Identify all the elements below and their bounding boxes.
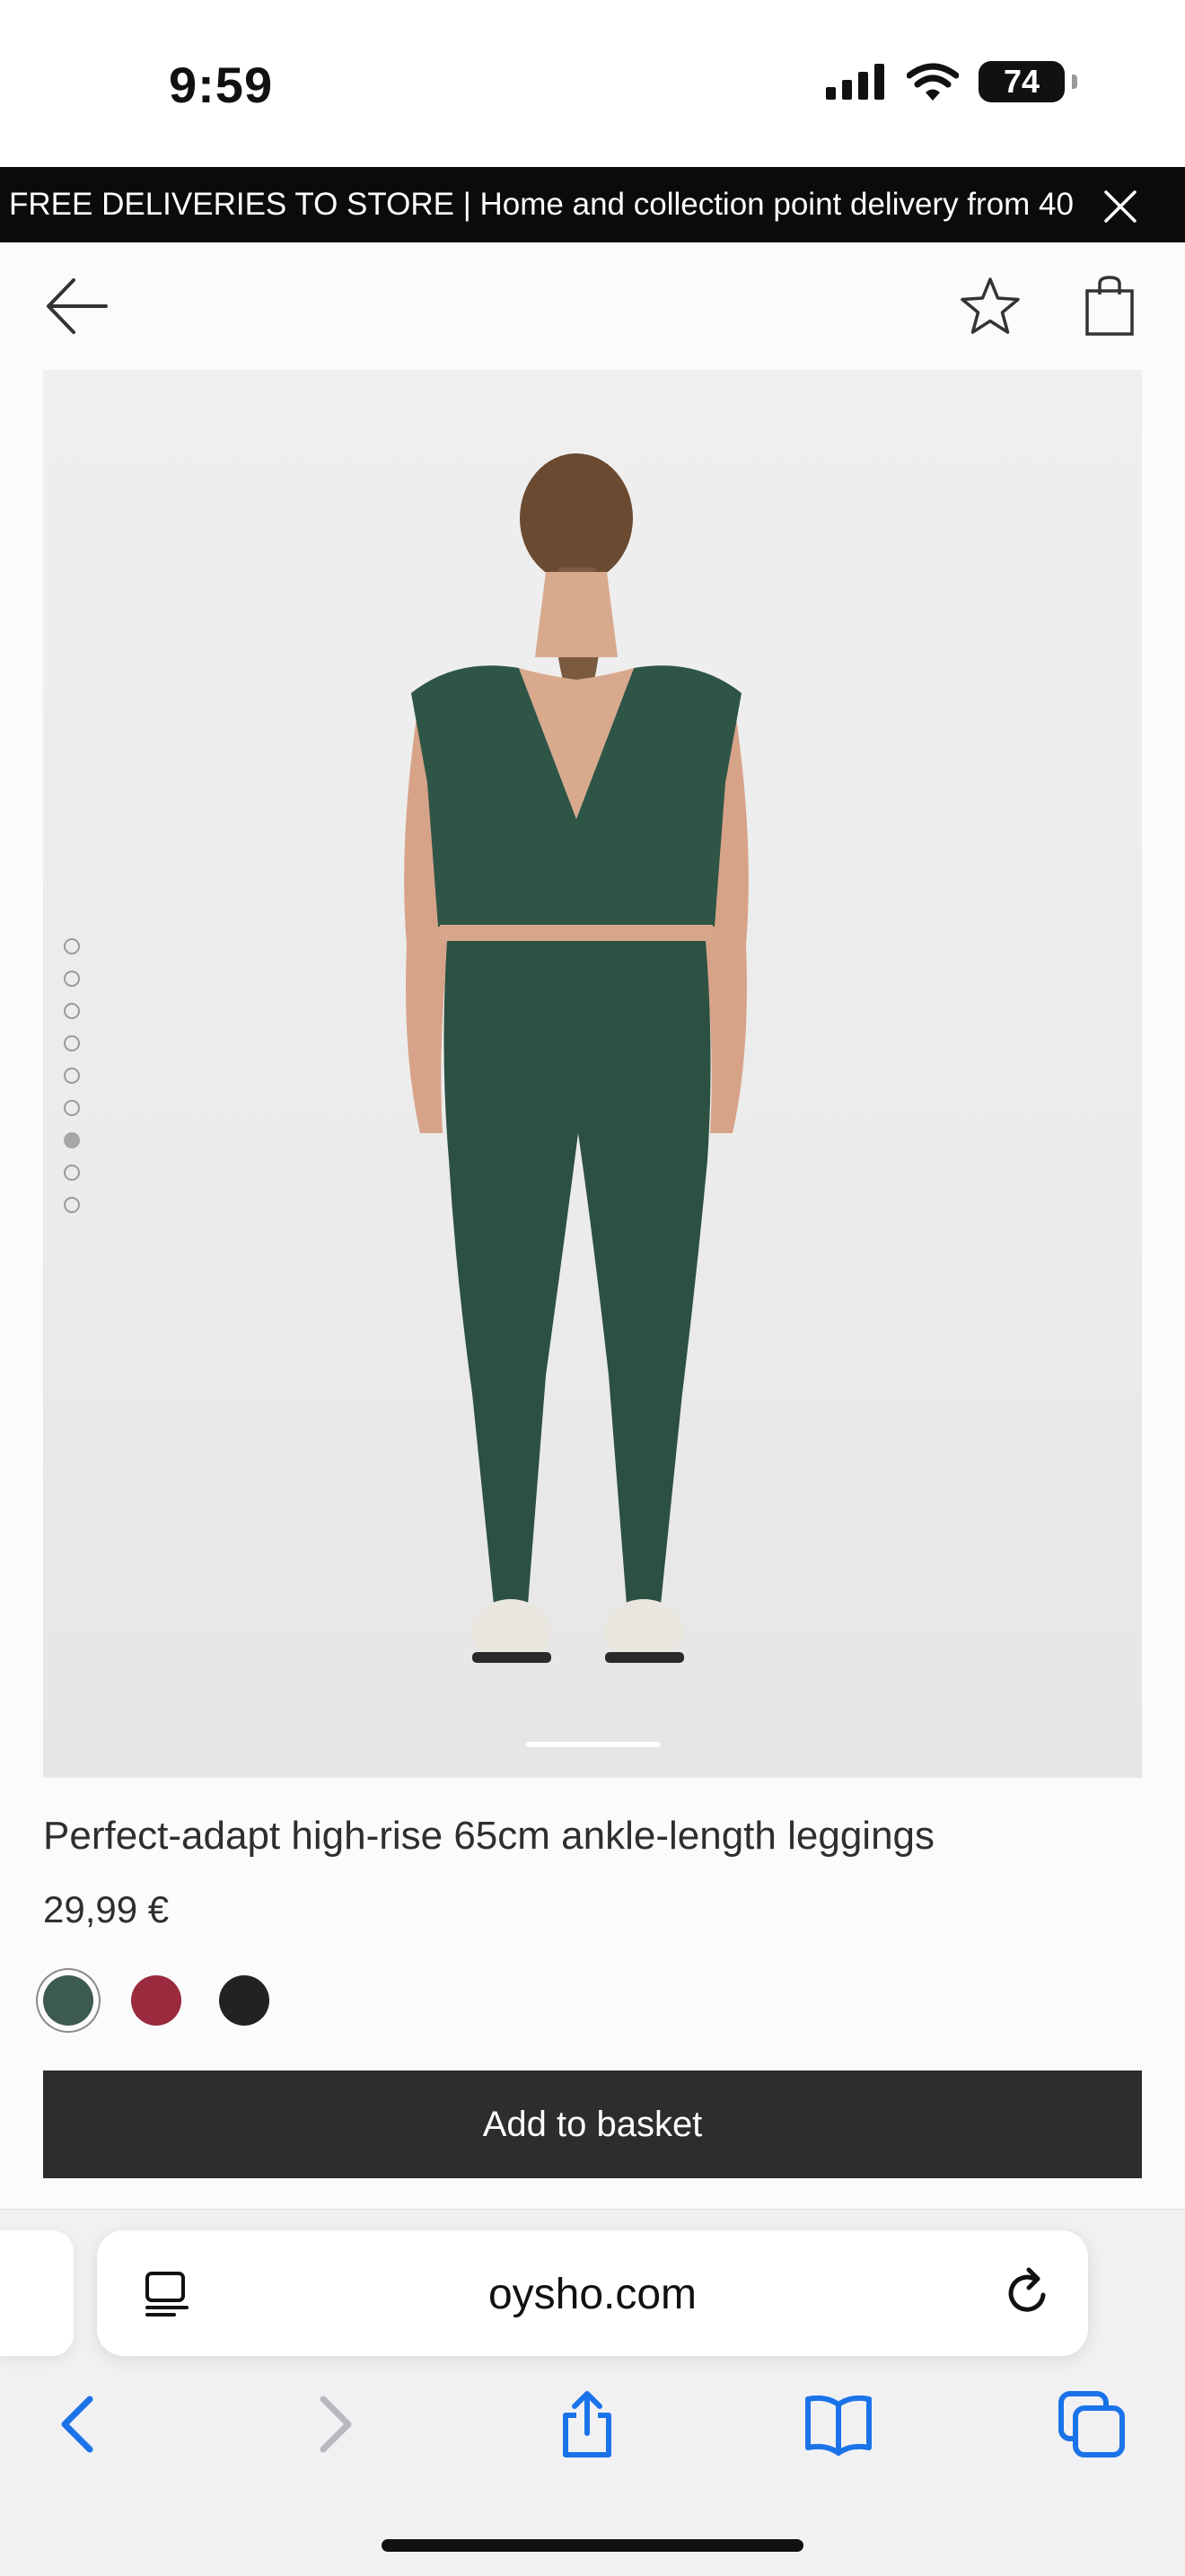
gallery-dot[interactable] [64,1197,80,1213]
add-to-basket-button[interactable]: Add to basket [43,2070,1142,2178]
gallery-dot[interactable] [64,1100,80,1116]
share-icon[interactable] [551,2388,623,2460]
gallery-dot[interactable] [64,938,80,954]
gallery-dot[interactable] [64,1035,80,1051]
reload-icon[interactable] [1000,2266,1054,2320]
battery-icon: 74 [979,61,1065,102]
gallery-scroll-indicator [526,1742,661,1747]
address-bar[interactable]: oysho.com [97,2230,1088,2356]
gallery-dot[interactable] [64,1003,80,1019]
gallery-dot[interactable] [64,1132,80,1148]
gallery-dot[interactable] [64,1068,80,1084]
color-swatch-red[interactable] [131,1975,181,2026]
color-swatch-black[interactable] [219,1975,269,2026]
tabs-icon[interactable] [1056,2388,1128,2460]
color-swatches [43,1975,269,2026]
status-time: 9:59 [169,57,274,113]
gallery-dot[interactable] [64,1165,80,1181]
wifi-icon [907,63,959,101]
battery-tip [1072,75,1077,89]
battery-level: 74 [1003,63,1040,100]
status-icons: 74 [826,61,1077,102]
product-price: 29,99 € [43,1888,170,1930]
gallery-dot[interactable] [64,971,80,987]
close-icon[interactable] [1101,187,1140,226]
forward-icon[interactable] [298,2388,370,2460]
color-swatch-green[interactable] [43,1975,93,2026]
url-text: oysho.com [487,2271,698,2318]
arrow-left-icon[interactable] [43,275,110,338]
bookmarks-icon[interactable] [803,2388,874,2460]
promo-banner[interactable]: FREE DELIVERIES TO STORE | Home and coll… [0,167,1185,242]
promo-text: FREE DELIVERIES TO STORE | Home and coll… [9,187,1074,222]
model-illustration [404,453,749,1664]
gallery-pagination [64,938,80,1229]
star-icon[interactable] [959,275,1022,338]
home-indicator [382,2539,803,2552]
signal-icon [826,64,884,100]
status-bar: 9:59 74 [0,0,1185,167]
back-icon[interactable] [43,2388,115,2460]
previous-tab-preview[interactable] [0,2230,74,2356]
shopping-bag-icon[interactable] [1083,275,1137,338]
product-title: Perfect-adapt high-rise 65cm ankle-lengt… [43,1814,935,1858]
product-image[interactable] [43,370,1142,1778]
